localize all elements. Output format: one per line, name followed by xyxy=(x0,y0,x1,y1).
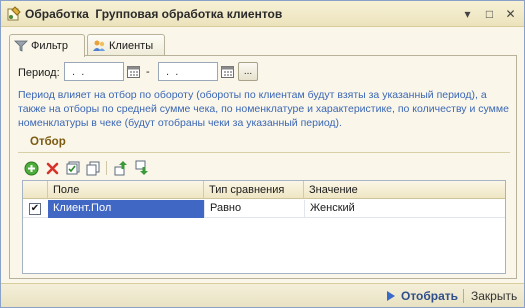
window-title: Обработка Групповая обработка клиентов xyxy=(25,7,283,21)
users-icon xyxy=(93,40,105,51)
close-button[interactable]: Закрыть xyxy=(471,287,517,305)
filter-table: Поле Тип сравнения Значение ✔ Клиент.Пол… xyxy=(22,180,506,274)
calendar-icon[interactable] xyxy=(219,62,235,81)
filter-section-title: Отбор xyxy=(30,136,66,148)
column-header-check[interactable] xyxy=(23,181,48,199)
calendar-icon[interactable] xyxy=(125,62,141,81)
period-end-input[interactable] xyxy=(158,62,218,81)
section-divider xyxy=(18,152,510,153)
period-label: Период: xyxy=(18,67,60,79)
add-icon[interactable] xyxy=(22,159,40,177)
toolbar-separator xyxy=(106,161,107,175)
table-row[interactable]: ✔ Клиент.Пол Равно Женский xyxy=(23,200,505,218)
value-cell[interactable]: Женский xyxy=(304,200,505,218)
processing-window: Обработка Групповая обработка клиентов ▾… xyxy=(0,0,525,308)
column-header-field[interactable]: Поле xyxy=(48,181,204,199)
period-dash: - xyxy=(146,66,150,78)
tab-filter-label: Фильтр xyxy=(31,40,68,52)
command-bar: Отобрать Закрыть xyxy=(1,283,524,307)
choose-period-button[interactable]: ... xyxy=(238,62,258,81)
funnel-icon xyxy=(14,40,28,52)
period-note: Период влияет на отбор по обороту (оборо… xyxy=(18,89,509,129)
comparison-cell[interactable]: Равно xyxy=(204,200,304,218)
move-up-icon[interactable] xyxy=(112,159,130,177)
select-button-label: Отобрать xyxy=(401,289,459,303)
row-check-cell: ✔ xyxy=(23,200,48,218)
title-bar: Обработка Групповая обработка клиентов ▾… xyxy=(1,1,524,27)
tab-clients[interactable]: Клиенты xyxy=(87,34,165,56)
column-header-value[interactable]: Значение xyxy=(304,181,505,199)
play-arrow-icon xyxy=(387,291,395,301)
column-header-comparison[interactable]: Тип сравнения xyxy=(204,181,304,199)
tab-filter[interactable]: Фильтр xyxy=(9,34,85,57)
field-cell[interactable]: Клиент.Пол xyxy=(48,200,204,218)
close-window-button[interactable]: ✕ xyxy=(503,6,518,21)
delete-icon[interactable] xyxy=(43,159,61,177)
tab-clients-label: Клиенты xyxy=(109,39,154,52)
period-start-input[interactable] xyxy=(64,62,124,81)
copy-icon[interactable] xyxy=(84,159,102,177)
table-header: Поле Тип сравнения Значение xyxy=(23,181,505,199)
window-menu-button[interactable]: ▾ xyxy=(460,6,475,21)
select-button[interactable]: Отобрать xyxy=(386,287,458,305)
footer-separator xyxy=(463,289,464,303)
move-down-icon[interactable] xyxy=(133,159,151,177)
processing-icon xyxy=(7,6,21,21)
filter-panel: Период: - ... Период влияет на отбор по … xyxy=(9,55,517,279)
check-all-icon[interactable] xyxy=(64,159,82,177)
row-checkbox[interactable]: ✔ xyxy=(29,203,41,215)
maximize-button[interactable]: □ xyxy=(482,6,497,21)
